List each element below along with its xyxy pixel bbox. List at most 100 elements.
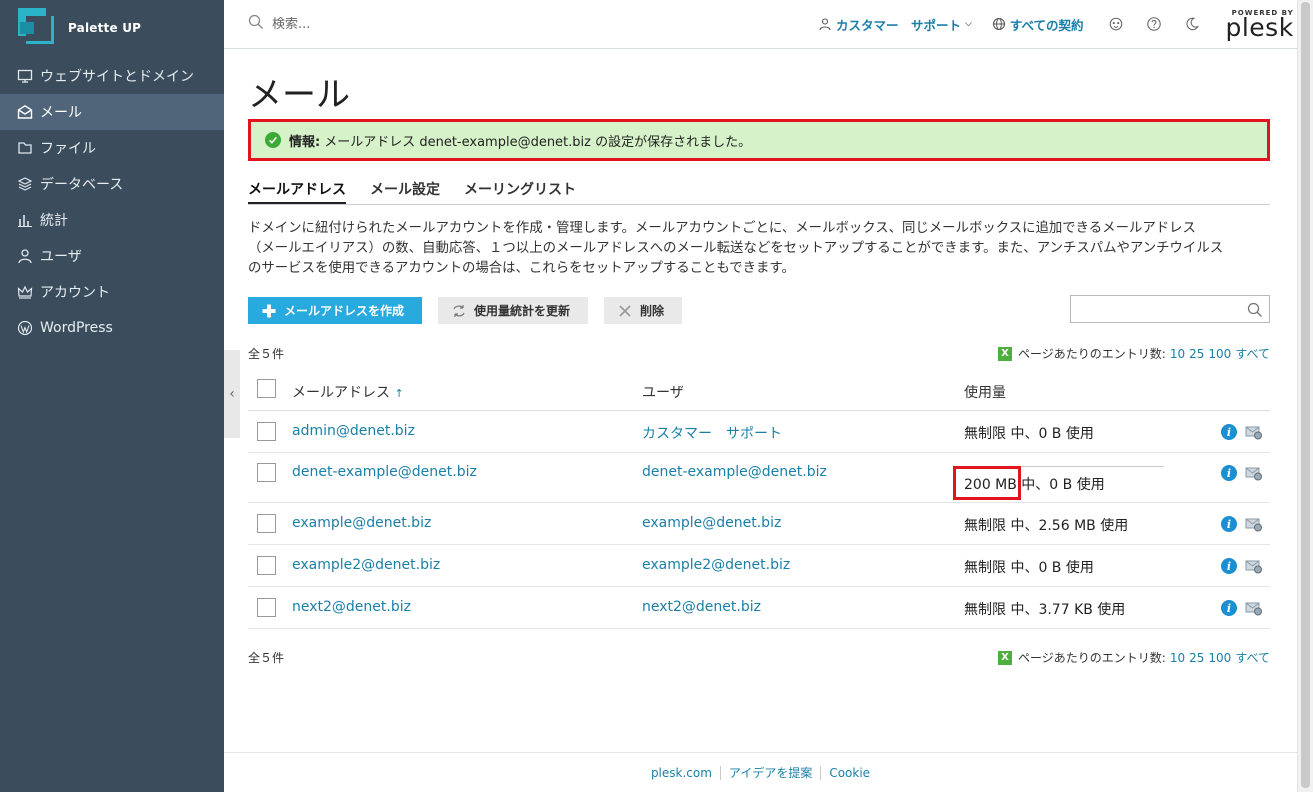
mail-settings-icon[interactable] xyxy=(1245,464,1263,482)
info-icon[interactable]: i xyxy=(1221,465,1237,481)
info-icon[interactable]: i xyxy=(1221,558,1237,574)
sidebar-item-databases[interactable]: データベース xyxy=(0,166,224,202)
check-circle-icon xyxy=(265,132,281,148)
update-stats-label: 使用量統計を更新 xyxy=(474,304,571,318)
select-all-checkbox[interactable] xyxy=(257,379,276,398)
email-link[interactable]: example@denet.biz xyxy=(292,515,431,531)
topbar: カスタマー サポート ⌵ すべての契約 POWERED BY plesk xyxy=(224,0,1297,49)
table-row: admin@denet.biz カスタマー サポート 無制限 中、0 B 使用 … xyxy=(248,411,1270,453)
usage-value: 中、0 B 使用 xyxy=(1006,426,1094,442)
usage-value: 中、0 B 使用 xyxy=(1006,560,1094,576)
top-search-wrap xyxy=(248,14,768,34)
update-stats-button[interactable]: 使用量統計を更新 xyxy=(438,297,588,324)
sidebar-item-files[interactable]: ファイル xyxy=(0,130,224,166)
sidebar-item-label: ユーザ xyxy=(40,249,82,265)
footer-link-plesk[interactable]: plesk.com xyxy=(651,766,712,780)
mail-settings-icon[interactable] xyxy=(1245,423,1263,441)
sidebar-item-account[interactable]: アカウント xyxy=(0,274,224,310)
main-content: メール 情報: メールアドレス denet-example@denet.biz … xyxy=(248,49,1270,665)
subscriptions-label: すべての契約 xyxy=(1009,17,1084,33)
search-icon xyxy=(1247,302,1262,317)
column-header-email[interactable]: メールアドレス ↑ xyxy=(292,382,404,402)
footer: plesk.com アイデアを提案 Cookie xyxy=(224,752,1297,792)
tab-mail-settings[interactable]: メール設定 xyxy=(370,179,440,204)
per-page-100[interactable]: 100 xyxy=(1208,347,1231,361)
sidebar-item-label: ウェブサイトとドメイン xyxy=(40,69,194,85)
list-toolbar: メールアドレスを作成 使用量統計を更新 削除 xyxy=(248,295,1270,325)
page-scrollbar[interactable] xyxy=(1297,0,1313,792)
database-icon xyxy=(16,175,34,193)
user-link[interactable]: example@denet.biz xyxy=(642,515,781,531)
user-link[interactable]: next2@denet.biz xyxy=(642,599,761,615)
per-page-all[interactable]: すべて xyxy=(1235,345,1270,362)
per-page-25[interactable]: 25 xyxy=(1189,347,1204,361)
sidebar-item-mail[interactable]: メール xyxy=(0,94,224,130)
user-link[interactable]: denet-example@denet.biz xyxy=(642,464,827,480)
email-link[interactable]: admin@denet.biz xyxy=(292,423,415,439)
sidebar-item-users[interactable]: ユーザ xyxy=(0,238,224,274)
sidebar-item-label: アカウント xyxy=(40,285,110,301)
mail-settings-icon[interactable] xyxy=(1245,599,1263,617)
export-excel-icon[interactable]: X xyxy=(998,650,1013,665)
sidebar-item-label: データベース xyxy=(40,177,124,193)
crown-icon xyxy=(16,283,34,301)
usage-value: 中、2.56 MB 使用 xyxy=(1006,518,1129,534)
row-checkbox[interactable] xyxy=(257,598,276,617)
mail-settings-icon[interactable] xyxy=(1245,515,1263,533)
info-icon[interactable]: i xyxy=(1221,600,1237,616)
row-checkbox[interactable] xyxy=(257,463,276,482)
plesk-logo[interactable]: POWERED BY plesk xyxy=(1225,9,1293,40)
per-page-100[interactable]: 100 xyxy=(1208,651,1231,665)
sidebar-item-websites[interactable]: ウェブサイトとドメイン xyxy=(0,58,224,94)
alert-message: メールアドレス denet-example@denet.biz の設定が保存され… xyxy=(324,134,752,150)
per-page-25[interactable]: 25 xyxy=(1189,651,1204,665)
mail-settings-icon[interactable] xyxy=(1245,557,1263,575)
list-search-input[interactable] xyxy=(1070,295,1270,323)
delete-button[interactable]: 削除 xyxy=(604,297,682,324)
folder-icon xyxy=(16,139,34,157)
help-icon[interactable] xyxy=(1145,15,1163,33)
column-header-user[interactable]: ユーザ xyxy=(642,382,684,402)
quota-value: 無制限 xyxy=(964,602,1006,618)
info-icon[interactable]: i xyxy=(1221,516,1237,532)
user-icon xyxy=(16,247,34,265)
create-mail-button[interactable]: メールアドレスを作成 xyxy=(248,297,422,324)
subscriptions-menu[interactable]: すべての契約 xyxy=(992,15,1084,34)
row-checkbox[interactable] xyxy=(257,514,276,533)
user-link[interactable]: example2@denet.biz xyxy=(642,557,790,573)
tab-mailing-lists[interactable]: メーリングリスト xyxy=(464,179,576,204)
email-link[interactable]: next2@denet.biz xyxy=(292,599,411,615)
per-page-all[interactable]: すべて xyxy=(1235,649,1270,666)
row-checkbox[interactable] xyxy=(257,556,276,575)
sidebar-item-wordpress[interactable]: WordPress xyxy=(0,310,224,346)
sidebar-collapse-button[interactable]: ‹ xyxy=(224,350,240,438)
chevron-left-icon: ‹ xyxy=(229,386,235,402)
tab-mail-addresses[interactable]: メールアドレス xyxy=(248,179,346,204)
customer-menu[interactable]: カスタマー サポート ⌵ xyxy=(818,15,972,34)
email-link[interactable]: denet-example@denet.biz xyxy=(292,464,477,480)
list-count-top: 全５件 X ページあたりのエントリ数: 10 25 100 すべて xyxy=(248,345,1270,363)
sidebar-item-label: WordPress xyxy=(40,320,113,336)
email-link[interactable]: example2@denet.biz xyxy=(292,557,440,573)
plus-icon xyxy=(262,304,276,317)
monitor-icon xyxy=(16,67,34,85)
delete-label: 削除 xyxy=(640,304,665,318)
usage-text: 無制限 中、2.56 MB 使用 xyxy=(964,515,1128,535)
info-icon[interactable]: i xyxy=(1221,424,1237,440)
footer-link-cookie[interactable]: Cookie xyxy=(829,766,870,780)
footer-link-ideas[interactable]: アイデアを提案 xyxy=(729,764,812,781)
export-excel-icon[interactable]: X xyxy=(998,346,1013,361)
extensions-icon[interactable] xyxy=(1107,15,1125,33)
brand[interactable]: Palette UP xyxy=(0,0,224,56)
sidebar-item-statistics[interactable]: 統計 xyxy=(0,202,224,238)
list-count-bottom: 全５件 X ページあたりのエントリ数: 10 25 100 すべて xyxy=(248,649,1270,667)
row-checkbox[interactable] xyxy=(257,422,276,441)
user-link[interactable]: カスタマー サポート xyxy=(642,423,782,443)
table-row: example2@denet.biz example2@denet.biz 無制… xyxy=(248,545,1270,587)
search-icon xyxy=(248,14,272,34)
column-header-usage: 使用量 xyxy=(964,385,1006,401)
moon-icon[interactable] xyxy=(1183,15,1201,33)
per-page-10[interactable]: 10 xyxy=(1170,347,1185,361)
global-search-input[interactable] xyxy=(272,16,572,32)
per-page-10[interactable]: 10 xyxy=(1170,651,1185,665)
